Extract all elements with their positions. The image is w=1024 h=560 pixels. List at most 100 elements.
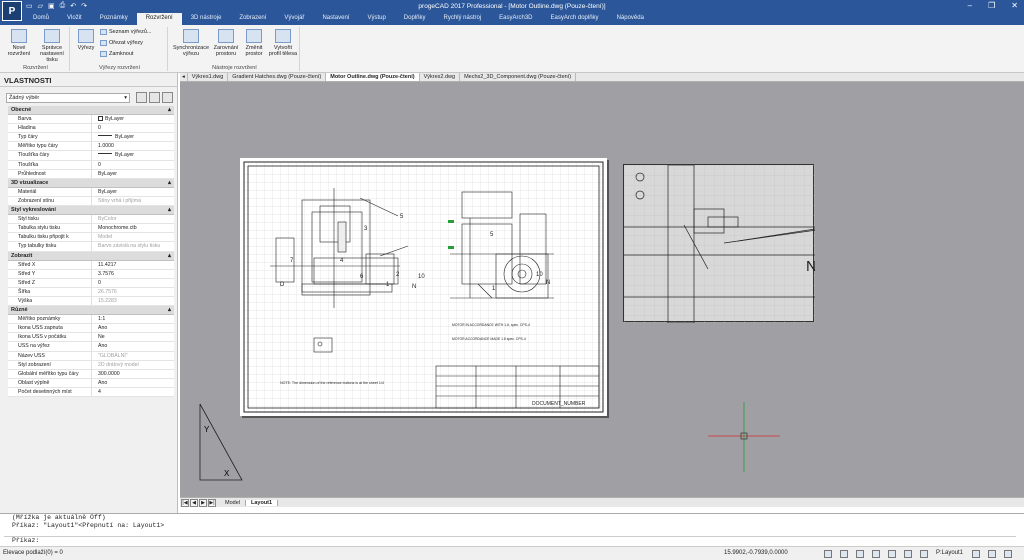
property-value-cell[interactable]: 0	[92, 279, 174, 287]
property-row[interactable]: Hladina 0	[8, 124, 174, 134]
selection-dropdown[interactable]: Žádný výběr ▾	[6, 93, 130, 103]
property-value-cell[interactable]: Stíny vrhá i přijímá	[92, 197, 174, 205]
tab-napoveda[interactable]: Nápověda	[608, 13, 653, 25]
property-value-cell[interactable]: 300.0000	[92, 370, 174, 378]
property-value-cell[interactable]: 1:1	[92, 315, 174, 323]
property-row[interactable]: Tloušťka 0	[8, 160, 174, 170]
next-layout-button[interactable]: ▶	[199, 498, 207, 507]
property-value-cell[interactable]: "GLOBÁLNÍ"	[92, 352, 174, 360]
property-row[interactable]: Průhlednost ByLayer	[8, 169, 174, 179]
property-row[interactable]: Barva ByLayer	[8, 115, 174, 125]
property-value-cell[interactable]: 3.7576	[92, 270, 174, 278]
doc-tab-mechs2[interactable]: Mechs2_3D_Component.dwg (Pouze-čtení)	[460, 73, 577, 81]
property-row[interactable]: Počet desetinných míst 4	[8, 387, 174, 397]
toggle-pickadd-icon[interactable]	[136, 92, 147, 103]
command-input[interactable]: Příkaz:	[4, 536, 1016, 544]
align-space-button[interactable]: Zarovnání prostoru	[212, 29, 240, 57]
tab-easyarch3d[interactable]: EasyArch3D	[490, 13, 541, 25]
polar-icon[interactable]	[872, 550, 880, 558]
property-value-cell[interactable]: 0	[92, 124, 174, 132]
property-row[interactable]: Materiál ByLayer	[8, 187, 174, 197]
tab-model[interactable]: Model	[220, 499, 246, 506]
category-header[interactable]: Styl vykreslování	[8, 206, 174, 216]
current-layout-status[interactable]: P:Layout1	[936, 550, 963, 556]
property-row[interactable]: Typ čáry ByLayer	[8, 133, 174, 143]
quick-select-icon[interactable]	[162, 92, 173, 103]
doc-tab-vykres1[interactable]: Výkres1.dwg	[188, 73, 229, 81]
tab-domu[interactable]: Domů	[24, 13, 58, 25]
drawing-canvas[interactable]: 5 3 4 2 7 10 D N 1 6 5 10 N 1 MOTOR IN A…	[180, 82, 1024, 497]
doc-tab-motor-outline[interactable]: Motor Outline.dwg (Pouze-čtení)	[326, 73, 420, 81]
property-row[interactable]: Oblast výplně Ano	[8, 378, 174, 388]
property-row[interactable]: Šířka 26.7576	[8, 287, 174, 297]
property-row[interactable]: Typ tabulky tisku Barvo závislá na stylu …	[8, 242, 174, 252]
doc-tab-gradient-hatches[interactable]: Gradient Hatches.dwg (Pouze-čtení)	[228, 73, 327, 81]
property-value-cell[interactable]: 4	[92, 388, 174, 396]
doc-tabs-menu-icon[interactable]: ◂	[180, 73, 188, 81]
change-space-button[interactable]: Změnit prostor	[242, 29, 266, 57]
category-header[interactable]: Obecné	[8, 106, 174, 116]
property-value-cell[interactable]: Monochrome.ctb	[92, 224, 174, 232]
property-row[interactable]: Zobrazení stínu Stíny vrhá i přijímá	[8, 196, 174, 207]
settings-icon[interactable]	[1004, 550, 1012, 558]
tab-layout1[interactable]: Layout1	[245, 499, 279, 506]
prev-layout-button[interactable]: ◀	[190, 498, 198, 507]
property-value-cell[interactable]: 11.4217	[92, 261, 174, 269]
property-value-cell[interactable]: ByLayer	[92, 115, 174, 123]
app-logo[interactable]: P	[2, 1, 22, 21]
property-value-cell[interactable]: ByLayer	[92, 170, 174, 178]
property-value-cell[interactable]: 2D drátový model	[92, 361, 174, 369]
last-layout-button[interactable]: ▶|	[208, 498, 216, 507]
tab-3d-nastroje[interactable]: 3D nástroje	[182, 13, 231, 25]
tab-vlozit[interactable]: Vložit	[58, 13, 91, 25]
property-row[interactable]: Tloušťka čáry ByLayer	[8, 151, 174, 161]
property-value-cell[interactable]: 15.2283	[92, 297, 174, 305]
tab-nastaveni[interactable]: Nastavení	[313, 13, 358, 25]
grid-icon[interactable]	[840, 550, 848, 558]
first-layout-button[interactable]: |◀	[181, 498, 189, 507]
property-row[interactable]: USS na výřez Ano	[8, 342, 174, 352]
property-value-cell[interactable]: ByColor	[92, 215, 174, 223]
category-header[interactable]: Zobrazit	[8, 251, 174, 261]
doc-tab-vykres2[interactable]: Výkres2.dwg	[420, 73, 461, 81]
property-value-cell[interactable]: Ano	[92, 324, 174, 332]
property-value-cell[interactable]: Ne	[92, 333, 174, 341]
osnap-icon[interactable]	[888, 550, 896, 558]
clip-viewports-button[interactable]: Ořezat výřezy	[100, 40, 143, 46]
sync-viewport-button[interactable]: Synchronizace výřezu	[172, 29, 210, 57]
tab-easyarch-doplnky[interactable]: EasyArch doplňky	[542, 13, 608, 25]
property-row[interactable]: Styl zobrazení 2D drátový model	[8, 360, 174, 370]
category-header[interactable]: 3D vizualizace	[8, 178, 174, 188]
property-row[interactable]: Ikona USS v počátku Ne	[8, 333, 174, 343]
ortho-icon[interactable]	[856, 550, 864, 558]
property-row[interactable]: Styl tisku ByColor	[8, 215, 174, 225]
otrack-icon[interactable]	[904, 550, 912, 558]
property-row[interactable]: Tabulka stylu tisku Monochrome.ctb	[8, 224, 174, 234]
property-row[interactable]: Střed Y 3.7576	[8, 269, 174, 279]
minimize-button[interactable]: –	[968, 1, 972, 10]
lineweight-icon[interactable]	[920, 550, 928, 558]
lock-viewport-button[interactable]: Zamknout	[100, 51, 133, 57]
select-objects-icon[interactable]	[149, 92, 160, 103]
property-row[interactable]: Měřítko poznámky 1:1	[8, 315, 174, 325]
property-row[interactable]: Globální měřítko typu čáry 300.0000	[8, 369, 174, 379]
property-row[interactable]: Ikona USS zapnuta Ano	[8, 324, 174, 334]
close-button[interactable]: ✕	[1011, 1, 1018, 10]
property-row[interactable]: Tabulku tisku připojit k Model	[8, 233, 174, 243]
property-value-cell[interactable]: ByLayer	[92, 151, 174, 159]
property-value-cell[interactable]: 26.7576	[92, 288, 174, 296]
tab-zobrazeni[interactable]: Zobrazení	[230, 13, 275, 25]
property-row[interactable]: Měřítko typu čáry 1.0000	[8, 142, 174, 152]
tab-poznamky[interactable]: Poznámky	[91, 13, 137, 25]
viewport-list-button[interactable]: Seznam výřezů...	[100, 29, 152, 35]
property-value-cell[interactable]: Model	[92, 233, 174, 241]
annotation-scale-icon[interactable]	[972, 550, 980, 558]
tab-rozvrzeni[interactable]: Rozvržení	[136, 13, 182, 25]
property-value-cell[interactable]: 0	[92, 161, 174, 169]
tab-vystup[interactable]: Výstup	[358, 13, 394, 25]
detail-viewport[interactable]: 10 N	[623, 164, 847, 324]
property-value-cell[interactable]: Ano	[92, 379, 174, 387]
maximize-button[interactable]: ❐	[988, 1, 995, 10]
tab-vyvojar[interactable]: Vývojář	[275, 13, 313, 25]
snap-icon[interactable]	[824, 550, 832, 558]
